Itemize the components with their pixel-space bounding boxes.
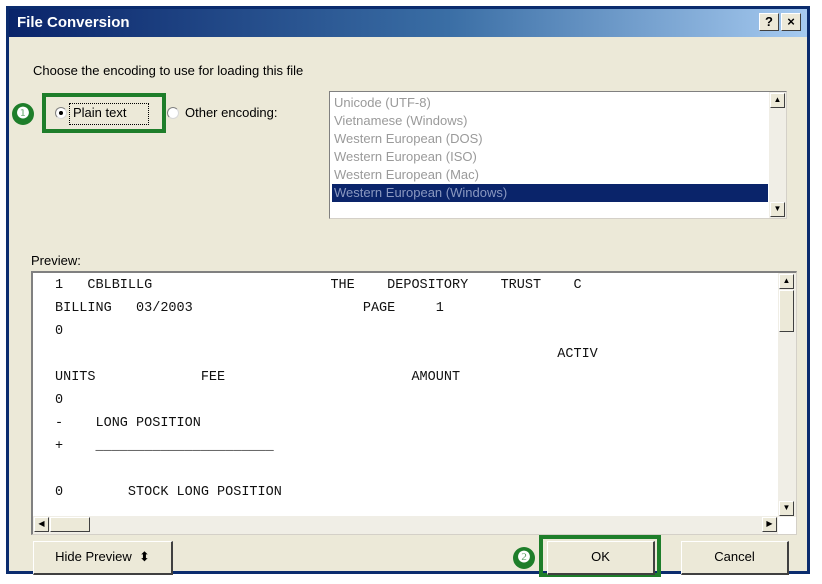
- encoding-item[interactable]: Western European (ISO): [332, 148, 768, 166]
- encoding-item[interactable]: Western European (DOS): [332, 130, 768, 148]
- callout-1-badge: ❶: [12, 103, 34, 125]
- preview-horizontal-scrollbar[interactable]: ◀ ▶: [33, 516, 778, 534]
- preview-line: UNITS FEE AMOUNT: [55, 370, 461, 385]
- plain-text-radio[interactable]: [55, 107, 67, 119]
- preview-pane[interactable]: 1 CBLBILLG THE DEPOSITORY TRUST C BILLIN…: [31, 271, 797, 535]
- encoding-item[interactable]: Vietnamese (Windows): [332, 112, 768, 130]
- scroll-down-icon[interactable]: ▼: [770, 202, 785, 217]
- preview-line: 0: [55, 324, 64, 339]
- preview-line: - LONG POSITION: [55, 416, 201, 431]
- title-bar: File Conversion ? ×: [9, 9, 807, 37]
- scroll-thumb[interactable]: [779, 290, 794, 332]
- preview-label: Preview:: [31, 253, 81, 268]
- encoding-list[interactable]: Unicode (UTF-8) Vietnamese (Windows) Wes…: [329, 91, 787, 219]
- encoding-item[interactable]: Unicode (UTF-8): [332, 94, 768, 112]
- scroll-down-icon[interactable]: ▼: [779, 501, 794, 516]
- encoding-list-scrollbar[interactable]: ▲ ▼: [769, 92, 786, 218]
- preview-line: 0: [55, 393, 64, 408]
- file-conversion-dialog: File Conversion ? × Choose the encoding …: [6, 6, 810, 577]
- plain-text-label[interactable]: Plain text: [73, 105, 126, 120]
- dialog-title: File Conversion: [17, 14, 130, 31]
- encoding-item-selected[interactable]: Western European (Windows): [332, 184, 768, 202]
- preview-line: BILLING 03/2003 PAGE 1: [55, 301, 444, 316]
- cancel-button[interactable]: Cancel: [681, 541, 789, 575]
- scroll-up-icon[interactable]: ▲: [770, 93, 785, 108]
- help-button[interactable]: ?: [759, 13, 779, 31]
- scroll-up-icon[interactable]: ▲: [779, 274, 794, 289]
- preview-line: + ______________________: [55, 439, 274, 454]
- hide-preview-button[interactable]: Hide Preview ⬍: [33, 541, 173, 575]
- scroll-right-icon[interactable]: ▶: [762, 517, 777, 532]
- encoding-prompt: Choose the encoding to use for loading t…: [33, 63, 304, 78]
- preview-line: 1 CBLBILLG THE DEPOSITORY TRUST C: [55, 278, 582, 293]
- callout-2-badge: ❷: [513, 547, 535, 569]
- close-button[interactable]: ×: [781, 13, 801, 31]
- preview-line: 0 STOCK LONG POSITION: [55, 485, 282, 500]
- other-encoding-label[interactable]: Other encoding:: [185, 105, 278, 120]
- double-chevron-up-icon: ⬍: [135, 549, 150, 564]
- ok-button[interactable]: OK: [547, 541, 655, 575]
- preview-vertical-scrollbar[interactable]: ▲ ▼: [778, 273, 796, 517]
- scroll-thumb-horizontal[interactable]: [50, 517, 90, 532]
- preview-line: ACTIV: [55, 347, 598, 362]
- scroll-left-icon[interactable]: ◀: [34, 517, 49, 532]
- encoding-item[interactable]: Western European (Mac): [332, 166, 768, 184]
- other-encoding-radio[interactable]: [167, 107, 179, 119]
- hide-preview-label: Hide Preview: [55, 549, 132, 564]
